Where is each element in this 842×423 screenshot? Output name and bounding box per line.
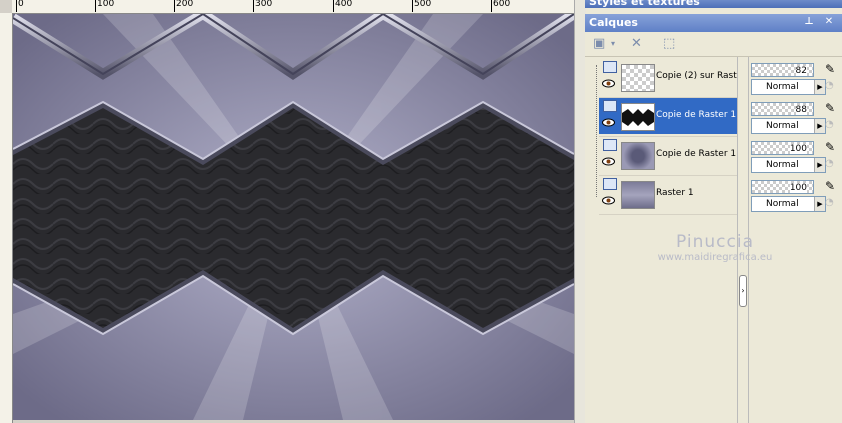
edit-brush-icon[interactable]: ✎ [825,140,839,154]
chevron-down-icon[interactable]: ▾ [611,36,615,52]
blend-mode-select[interactable]: Normal ▶ [751,118,826,134]
layer-name: Copie de Raster 1 [656,149,737,159]
edit-brush-icon[interactable]: ✎ [825,101,839,115]
edit-brush-icon[interactable]: ✎ [825,179,839,193]
layer-row-selected[interactable]: Copie de Raster 1 [599,98,737,134]
horizontal-ruler: 0 100 200 300 400 500 600 [12,0,574,14]
opacity-field[interactable]: 100 [751,180,814,194]
dropdown-arrow-icon[interactable]: ▶ [814,119,825,133]
opacity-field[interactable]: 82 [751,63,814,77]
collapse-arrow-icon[interactable]: › [739,275,747,307]
opacity-field[interactable]: 88 [751,102,814,116]
layer-row[interactable]: Copie de Raster 1 [599,137,737,173]
layers-toolbar: ▣ ▾ ✕ ⬚ [585,32,842,57]
blend-mode-select[interactable]: Normal ▶ [751,79,826,95]
close-icon[interactable]: ✕ [823,16,835,28]
canvas-area: 0 100 200 300 400 500 600 [0,0,586,423]
opacity-value: 100 [789,144,807,154]
layer-properties-row: 88 Normal ▶ ✎ ◔ [749,98,842,134]
ruler-tick [333,0,334,12]
opacity-value: 100 [789,183,807,193]
watermark-site: www.maidiregrafica.eu [657,252,773,263]
layer-thumbnail [621,64,655,92]
styles-textures-palette-bar[interactable]: Styles et textures [585,0,842,8]
ruler-tick [95,0,96,12]
ruler-tick-label: 0 [18,0,24,9]
delete-layer-icon[interactable]: ✕ [631,36,642,52]
ruler-tick [412,0,413,12]
eye-icon[interactable] [602,196,615,205]
ruler-tick [253,0,254,12]
vertical-ruler [0,13,13,423]
layer-name: Copie (2) sur Raster [656,71,746,81]
layers-palette-title: Calques [589,16,638,29]
pin-icon[interactable]: ⊥ [803,16,815,28]
layer-row[interactable]: Raster 1 [599,176,737,212]
layers-palette-titlebar[interactable]: Calques ⊥ ✕ [585,14,842,32]
opacity-value: 88 [795,105,807,115]
ruler-tick-label: 100 [97,0,115,9]
layer-type-icon [603,61,617,73]
ruler-tick-label: 300 [255,0,273,9]
lock-icon[interactable]: ◔ [825,157,839,171]
edit-brush-icon[interactable]: ✎ [825,62,839,76]
layer-properties-row: 100 Normal ▶ ✎ ◔ [749,176,842,212]
layer-thumbnail [621,103,655,131]
layer-type-icon [603,139,617,151]
blend-mode-value: Normal [766,82,799,92]
layer-properties-row: 82 Normal ▶ ✎ ◔ [749,59,842,95]
dropdown-arrow-icon[interactable]: ▶ [814,197,825,211]
layer-thumbnail [621,181,655,209]
lock-icon[interactable]: ◔ [825,196,839,210]
blend-mode-value: Normal [766,199,799,209]
image-canvas[interactable] [13,14,574,420]
canvas-artwork [13,14,574,420]
eye-icon[interactable] [602,157,615,166]
ruler-tick-label: 400 [335,0,353,9]
styles-textures-title: Styles et textures [589,0,700,8]
blend-mode-select[interactable]: Normal ▶ [751,157,826,173]
mask-icon[interactable]: ⬚ [663,36,675,52]
ruler-tick [491,0,492,12]
blend-mode-value: Normal [766,121,799,131]
watermark-name: Pinuccia [676,232,754,252]
ruler-tick-label: 500 [414,0,432,9]
layer-name: Raster 1 [656,188,694,198]
opacity-field[interactable]: 100 [751,141,814,155]
layer-name: Copie de Raster 1 [656,110,737,120]
dropdown-arrow-icon[interactable]: ▶ [814,80,825,94]
layer-properties-row: 100 Normal ▶ ✎ ◔ [749,137,842,173]
layer-type-icon [603,100,617,112]
dropdown-arrow-icon[interactable]: ▶ [814,158,825,172]
divider [599,214,737,215]
lock-icon[interactable]: ◔ [825,118,839,132]
ruler-tick [174,0,175,12]
opacity-value: 82 [795,66,807,76]
layer-thumbnail [621,142,655,170]
lock-icon[interactable]: ◔ [825,79,839,93]
ruler-tick [16,0,17,12]
eye-icon[interactable] [602,79,615,88]
layer-row[interactable]: Copie (2) sur Raster [599,59,746,95]
layer-tree-line [596,65,598,197]
blend-mode-select[interactable]: Normal ▶ [751,196,826,212]
watermark: Pinuccia www.maidiregrafica.eu [645,232,785,263]
new-layer-icon[interactable]: ▣ [593,36,605,52]
ruler-tick-label: 600 [493,0,511,9]
ruler-tick-label: 200 [176,0,194,9]
layer-type-icon [603,178,617,190]
eye-icon[interactable] [602,118,615,127]
blend-mode-value: Normal [766,160,799,170]
